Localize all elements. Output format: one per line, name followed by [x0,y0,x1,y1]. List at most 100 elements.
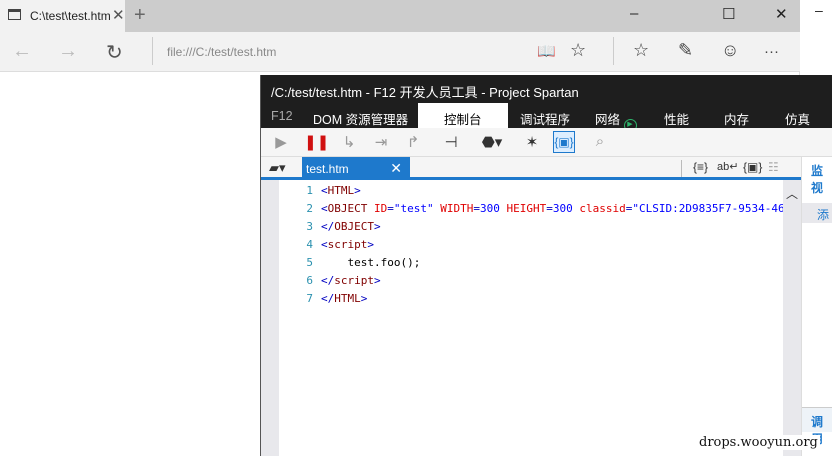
more-icon[interactable]: ··· [764,43,779,60]
forward-icon[interactable]: → [58,40,78,63]
pretty-print-icon[interactable]: {≡} [693,160,708,174]
source-map-icon[interactable]: {▣} [743,160,762,174]
nav-bar: ← → ↻ file:///C:/test/test.htm 📖 ☆ ☆ ✎ ☺… [0,32,800,72]
token: </ [321,274,335,287]
divider [613,37,614,65]
line-number: 6 [306,274,313,287]
add-watch-row[interactable]: 添 [802,203,832,223]
file-tab-label: test.htm [306,162,349,176]
token: classid [572,202,626,215]
token: < [321,202,328,215]
close-button[interactable]: ✕ [775,5,788,23]
reading-view-icon[interactable]: 📖 [537,42,556,60]
token: "CLSID:2D9835F7-9534-46C2 [632,202,783,215]
maximize-button[interactable]: ☐ [722,5,735,23]
tab-console[interactable]: 控制台 [418,103,508,128]
file-tab-close-button[interactable]: ✕ [390,160,402,177]
code-line: 7 </HTML> [279,290,783,308]
exception-behavior-icon[interactable]: ⬣▾ [481,133,503,151]
token: </ [321,220,335,233]
token: HTML [327,184,355,197]
outer-minimize-button[interactable]: – [815,2,823,18]
token: > [367,238,374,251]
word-wrap-icon[interactable]: ab↵ [717,160,738,173]
tab-dom-explorer[interactable]: DOM 资源管理器 [313,109,408,128]
divider [681,160,682,177]
tab-network-label: 网络 [595,113,621,127]
watermark: drops.wooyun.org [697,435,820,450]
token: HTML [334,292,361,305]
step-out-icon[interactable]: ↱ [402,133,424,151]
add-watch-label: 添 [817,208,830,222]
token: OBJECT [327,202,368,215]
token: WIDTH [433,202,474,215]
line-number: 4 [306,238,313,251]
code-line: 3 </OBJECT> [279,218,783,236]
code-line: 1 <HTML> [279,182,783,200]
token: > [354,184,361,197]
line-number: 5 [306,256,313,269]
token: 300 [480,202,500,215]
tab-performance[interactable]: 性能 [664,109,689,128]
hub-icon[interactable]: ☆ [633,40,649,61]
token: = [473,202,480,215]
search-icon[interactable]: ⌕ [589,133,611,150]
breakpoints-icon[interactable]: ☷ [768,160,779,174]
scroll-up-chevron-icon[interactable]: ︿ [786,185,798,202]
side-panel: 监视 添 调用 [801,157,832,456]
new-tab-button[interactable]: + [134,4,146,27]
address-bar[interactable]: file:///C:/test/test.htm [167,45,276,59]
token: 300 [552,202,573,215]
watch-header[interactable]: 监视 [811,162,832,196]
tab-close-button[interactable]: ✕ [112,6,125,24]
browser-tab[interactable]: C:\test\test.htm ✕ [0,0,125,32]
file-tab-row: ▰▾ test.htm ✕ {≡} ab↵ {▣} ☷ [261,157,801,180]
token: "test" [393,202,434,215]
feedback-smiley-icon[interactable]: ☺ [721,40,739,61]
code-line: 4 <script> [279,236,783,254]
web-note-icon[interactable]: ✎ [678,40,693,61]
back-icon[interactable]: ← [12,40,32,63]
tab-f12[interactable]: F12 [271,109,293,123]
devtools-menu: F12 DOM 资源管理器 控制台 调试程序 网络 ▶ 性能 内存 仿真 [261,103,832,132]
tab-strip: C:\test\test.htm ✕ + – ☐ ✕ [0,0,800,32]
token: = [546,202,553,215]
tab-memory[interactable]: 内存 [724,109,749,128]
token: script [327,238,368,251]
open-document-icon[interactable]: ▰▾ [269,160,286,176]
token: HEIGHT [499,202,547,215]
refresh-icon[interactable]: ↻ [106,40,123,65]
token: < [321,238,328,251]
debugger-toolbar: ▶ ❚❚ ↳ ⇥ ↱ ⊣ ⬣▾ ✶ {▣} ⌕ [261,128,832,157]
page-icon [8,9,21,20]
line-number: 1 [306,184,313,197]
line-number: 3 [306,220,313,233]
break-icon[interactable]: ❚❚ [304,133,329,151]
token: > [374,274,381,287]
line-number: 7 [306,292,313,305]
step-over-icon[interactable]: ⇥ [370,133,392,151]
vertical-scrollbar[interactable] [783,180,801,456]
file-tab[interactable]: test.htm ✕ [302,157,410,180]
step-into-icon[interactable]: ↳ [338,133,360,151]
token: = [387,202,394,215]
minimize-button[interactable]: – [630,5,638,22]
continue-icon[interactable]: ▶ [270,133,292,151]
tab-debugger[interactable]: 调试程序 [520,109,570,128]
just-my-code-icon[interactable]: {▣} [553,131,575,153]
token: < [321,184,328,197]
favorite-star-icon[interactable]: ☆ [570,40,586,61]
token: OBJECT [334,220,374,233]
break-on-new-worker-icon[interactable]: ⊣ [440,133,462,151]
divider [152,37,153,65]
token: ID [367,202,388,215]
tab-emulation[interactable]: 仿真 [785,109,810,128]
token: > [360,292,368,305]
f12-devtools-window: /C:/test/test.htm - F12 开发人员工具 - Project… [260,75,832,456]
code-editor[interactable]: 1 <HTML> 2 <OBJECT ID="test" WIDTH=300 HEI… [279,182,783,456]
disconnect-icon[interactable]: ✶ [521,133,543,151]
devtools-title: /C:/test/test.htm - F12 开发人员工具 - Project… [261,75,832,103]
code-line: 6 </script> [279,272,783,290]
breakpoint-gutter[interactable] [261,180,279,456]
tab-title: C:\test\test.htm [30,9,111,23]
